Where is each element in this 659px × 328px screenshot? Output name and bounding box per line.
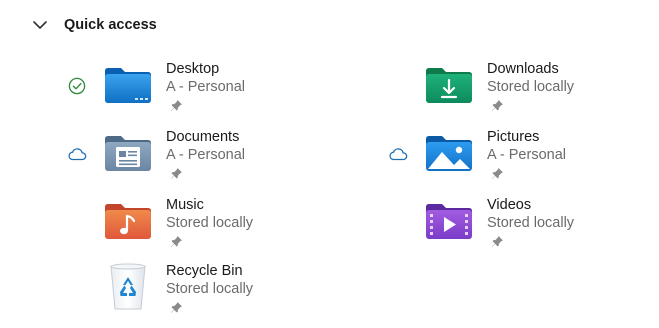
quick-access-item-documents[interactable]: Documents A - Personal bbox=[66, 128, 366, 190]
pin-icon bbox=[170, 235, 183, 248]
cloud-icon bbox=[387, 143, 409, 165]
quick-access-item-music[interactable]: Music Stored locally bbox=[66, 196, 366, 258]
synced-check-icon bbox=[66, 75, 88, 97]
item-location: Stored locally bbox=[166, 215, 254, 231]
item-name: Desktop bbox=[166, 61, 220, 77]
pin-icon bbox=[491, 235, 504, 248]
desktop-folder-icon bbox=[100, 60, 156, 110]
item-name: Music bbox=[166, 197, 204, 213]
item-name: Recycle Bin bbox=[166, 263, 243, 279]
chevron-down-icon[interactable] bbox=[30, 15, 50, 35]
documents-folder-icon bbox=[100, 128, 156, 178]
pin-icon bbox=[491, 99, 504, 112]
quick-access-header[interactable]: Quick access bbox=[30, 12, 157, 38]
item-name: Documents bbox=[166, 129, 240, 145]
item-name: Downloads bbox=[487, 61, 559, 77]
quick-access-item-recycle-bin[interactable]: Recycle Bin Stored locally bbox=[66, 262, 366, 324]
music-folder-icon bbox=[100, 196, 156, 246]
item-location: A - Personal bbox=[166, 79, 245, 95]
pin-icon bbox=[170, 301, 183, 314]
downloads-folder-icon bbox=[421, 60, 477, 110]
item-location: Stored locally bbox=[487, 79, 575, 95]
item-name: Pictures bbox=[487, 129, 540, 145]
quick-access-item-pictures[interactable]: Pictures A - Personal bbox=[387, 128, 659, 190]
pin-icon bbox=[170, 99, 183, 112]
section-title: Quick access bbox=[64, 17, 157, 33]
item-name: Videos bbox=[487, 197, 532, 213]
pictures-folder-icon bbox=[421, 128, 477, 178]
recycle-bin-icon bbox=[100, 262, 156, 312]
item-location: A - Personal bbox=[166, 147, 245, 163]
quick-access-item-downloads[interactable]: Downloads Stored locally bbox=[387, 60, 659, 122]
cloud-icon bbox=[66, 143, 88, 165]
pin-icon bbox=[170, 167, 183, 180]
item-location: A - Personal bbox=[487, 147, 566, 163]
videos-folder-icon bbox=[421, 196, 477, 246]
quick-access-item-videos[interactable]: Videos Stored locally bbox=[387, 196, 659, 258]
quick-access-item-desktop[interactable]: Desktop A - Personal bbox=[66, 60, 366, 122]
pin-icon bbox=[491, 167, 504, 180]
item-location: Stored locally bbox=[166, 281, 254, 297]
item-location: Stored locally bbox=[487, 215, 575, 231]
